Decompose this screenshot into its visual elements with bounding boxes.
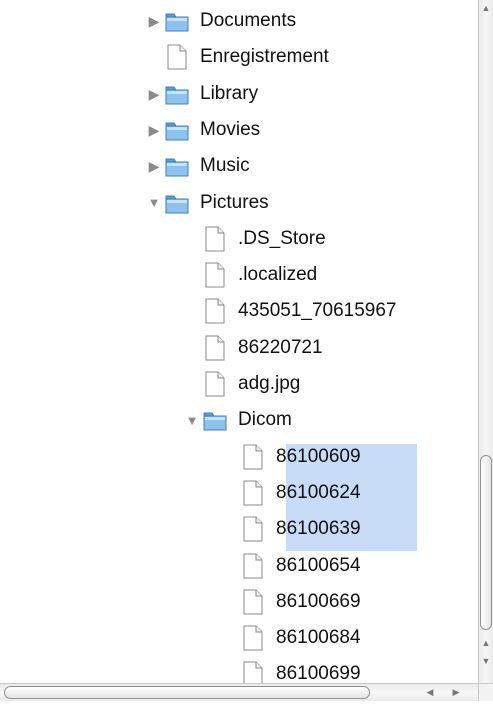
tree-folder-row[interactable]: ▶ Library (144, 77, 262, 111)
tree-folder-row[interactable]: ▶ Movies (144, 113, 264, 147)
scroll-up-arrow-icon[interactable]: ▲ (479, 0, 493, 16)
folder-icon (164, 152, 190, 180)
tree-item-label: 86100624 (276, 481, 361, 503)
disclosure-triangle-right-icon[interactable]: ▶ (144, 4, 164, 38)
folder-icon (164, 189, 190, 217)
tree-item-label: Pictures (200, 191, 269, 213)
document-icon (240, 588, 266, 616)
tree-item-label: .DS_Store (238, 227, 326, 249)
horizontal-scrollbar[interactable]: ◀ ▶ (0, 683, 478, 701)
document-icon (202, 370, 228, 398)
tree-item-label: .localized (238, 264, 318, 286)
tree-file-row[interactable]: .localized (182, 258, 321, 292)
tree-item-label: Music (200, 155, 250, 177)
vertical-scroll-thumb[interactable] (480, 455, 492, 630)
document-icon (202, 297, 228, 325)
tree-file-row[interactable]: 86100684 (220, 621, 365, 655)
disclosure-triangle-down-icon[interactable]: ▼ (144, 186, 164, 220)
scrollbar-corner (478, 683, 493, 701)
disclosure-triangle-down-icon[interactable]: ▼ (182, 403, 202, 437)
tree-item-label: 86100699 (276, 663, 361, 683)
tree-item-label: 435051_70615967 (238, 300, 397, 322)
tree-file-row[interactable]: 86100654 (220, 549, 365, 583)
tree-file-row[interactable]: 86100624 (220, 476, 365, 510)
tree-item-label: 86100609 (276, 445, 361, 467)
document-icon (240, 552, 266, 580)
horizontal-scroll-thumb[interactable] (4, 686, 370, 699)
disclosure-triangle-right-icon[interactable]: ▶ (144, 77, 164, 111)
tree-folder-row[interactable]: ▶ Music (144, 149, 254, 183)
tree-file-row[interactable]: 86100699 (220, 657, 365, 683)
disclosure-triangle-right-icon[interactable]: ▶ (144, 149, 164, 183)
tree-item-label: adg.jpg (238, 373, 301, 394)
tree-folder-row[interactable]: ▼ Pictures (144, 186, 273, 220)
tree-file-row[interactable]: 86100639 (220, 512, 365, 546)
tree-file-row[interactable]: 86100609 (220, 440, 365, 474)
folder-icon (164, 116, 190, 144)
tree-item-label: 86220721 (238, 336, 323, 358)
tree-item-label: 86100684 (276, 627, 361, 649)
tree-file-row[interactable]: 86100669 (220, 585, 365, 619)
document-icon (202, 225, 228, 253)
vertical-scrollbar[interactable]: ▲ ▲ ▼ (478, 0, 493, 683)
tree-file-row[interactable]: adg.jpg (182, 367, 304, 401)
tree-item-label: 86100669 (276, 590, 361, 612)
folder-icon (164, 80, 190, 108)
scroll-right-button-icon[interactable]: ▶ (446, 684, 466, 701)
tree-file-row[interactable]: .DS_Store (182, 222, 330, 256)
tree-item-label: Dicom (238, 409, 292, 431)
scroll-up-button-icon[interactable]: ▲ (479, 635, 493, 651)
scroll-down-button-icon[interactable]: ▼ (479, 653, 493, 669)
tree-item-label: Movies (200, 118, 261, 140)
tree-item-label: 86100639 (276, 518, 361, 540)
document-icon (202, 334, 228, 362)
document-icon (240, 660, 266, 683)
tree-folder-row[interactable]: ▼ Dicom (182, 403, 296, 437)
document-icon (164, 43, 190, 71)
tree-item-label: Library (200, 82, 259, 104)
file-tree: ▶ Documents Enregistrement ▶ Library ▶ Mov… (0, 0, 478, 683)
tree-file-row[interactable]: Enregistrement (144, 40, 333, 74)
document-icon (202, 261, 228, 289)
tree-item-label: Documents (200, 10, 297, 31)
document-icon (240, 624, 266, 652)
disclosure-triangle-right-icon[interactable]: ▶ (144, 113, 164, 147)
tree-file-row[interactable]: 86220721 (182, 331, 327, 365)
document-icon (240, 479, 266, 507)
document-icon (240, 515, 266, 543)
folder-icon (164, 7, 190, 35)
tree-file-row[interactable]: 435051_70615967 (182, 294, 401, 328)
scroll-left-button-icon[interactable]: ◀ (420, 684, 440, 701)
bottom-margin (0, 701, 493, 726)
tree-item-label: Enregistrement (200, 46, 329, 68)
folder-icon (202, 406, 228, 434)
tree-item-label: 86100654 (276, 554, 361, 576)
tree-folder-row[interactable]: ▶ Documents (144, 4, 300, 38)
document-icon (240, 443, 266, 471)
